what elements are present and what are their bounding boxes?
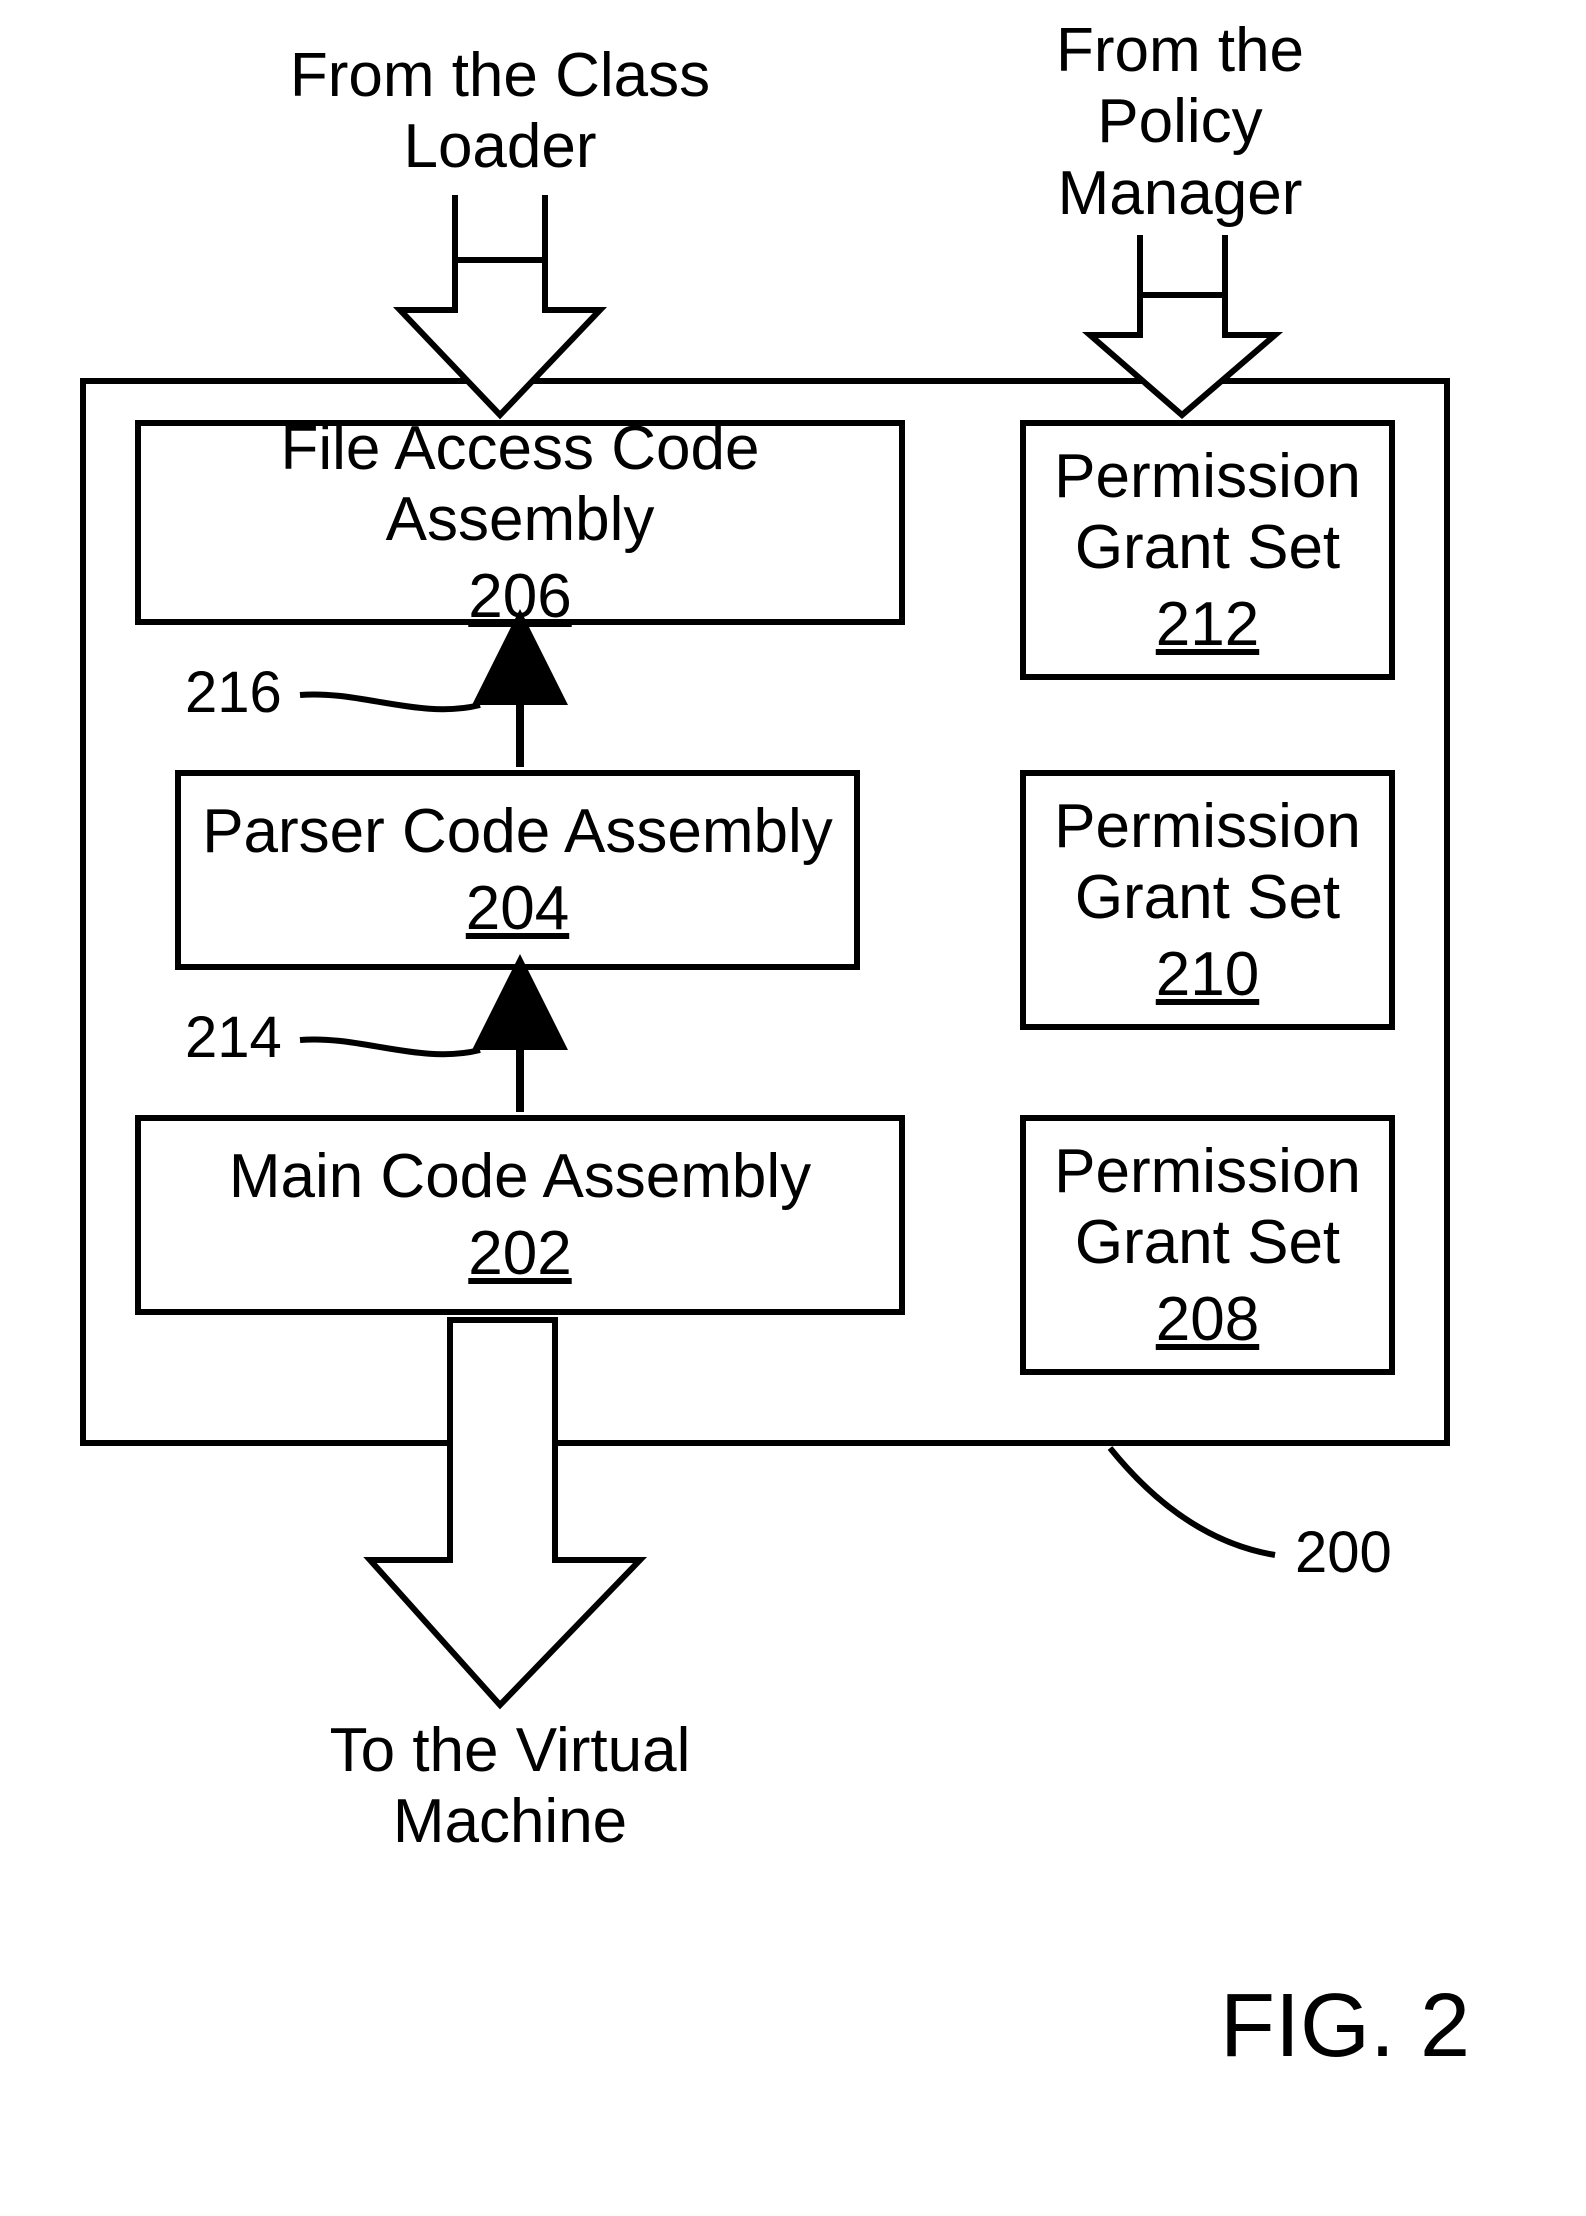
leader-200	[1110, 1448, 1275, 1555]
arrow-to-virtual-machine	[370, 1320, 640, 1705]
leader-214	[300, 1039, 480, 1054]
arrow-from-policy-manager	[1090, 235, 1275, 415]
leader-216	[300, 694, 480, 709]
arrows-overlay	[0, 0, 1586, 2216]
arrow-from-class-loader	[400, 195, 600, 415]
diagram-stage: From the Class Loader From the Policy Ma…	[0, 0, 1586, 2216]
